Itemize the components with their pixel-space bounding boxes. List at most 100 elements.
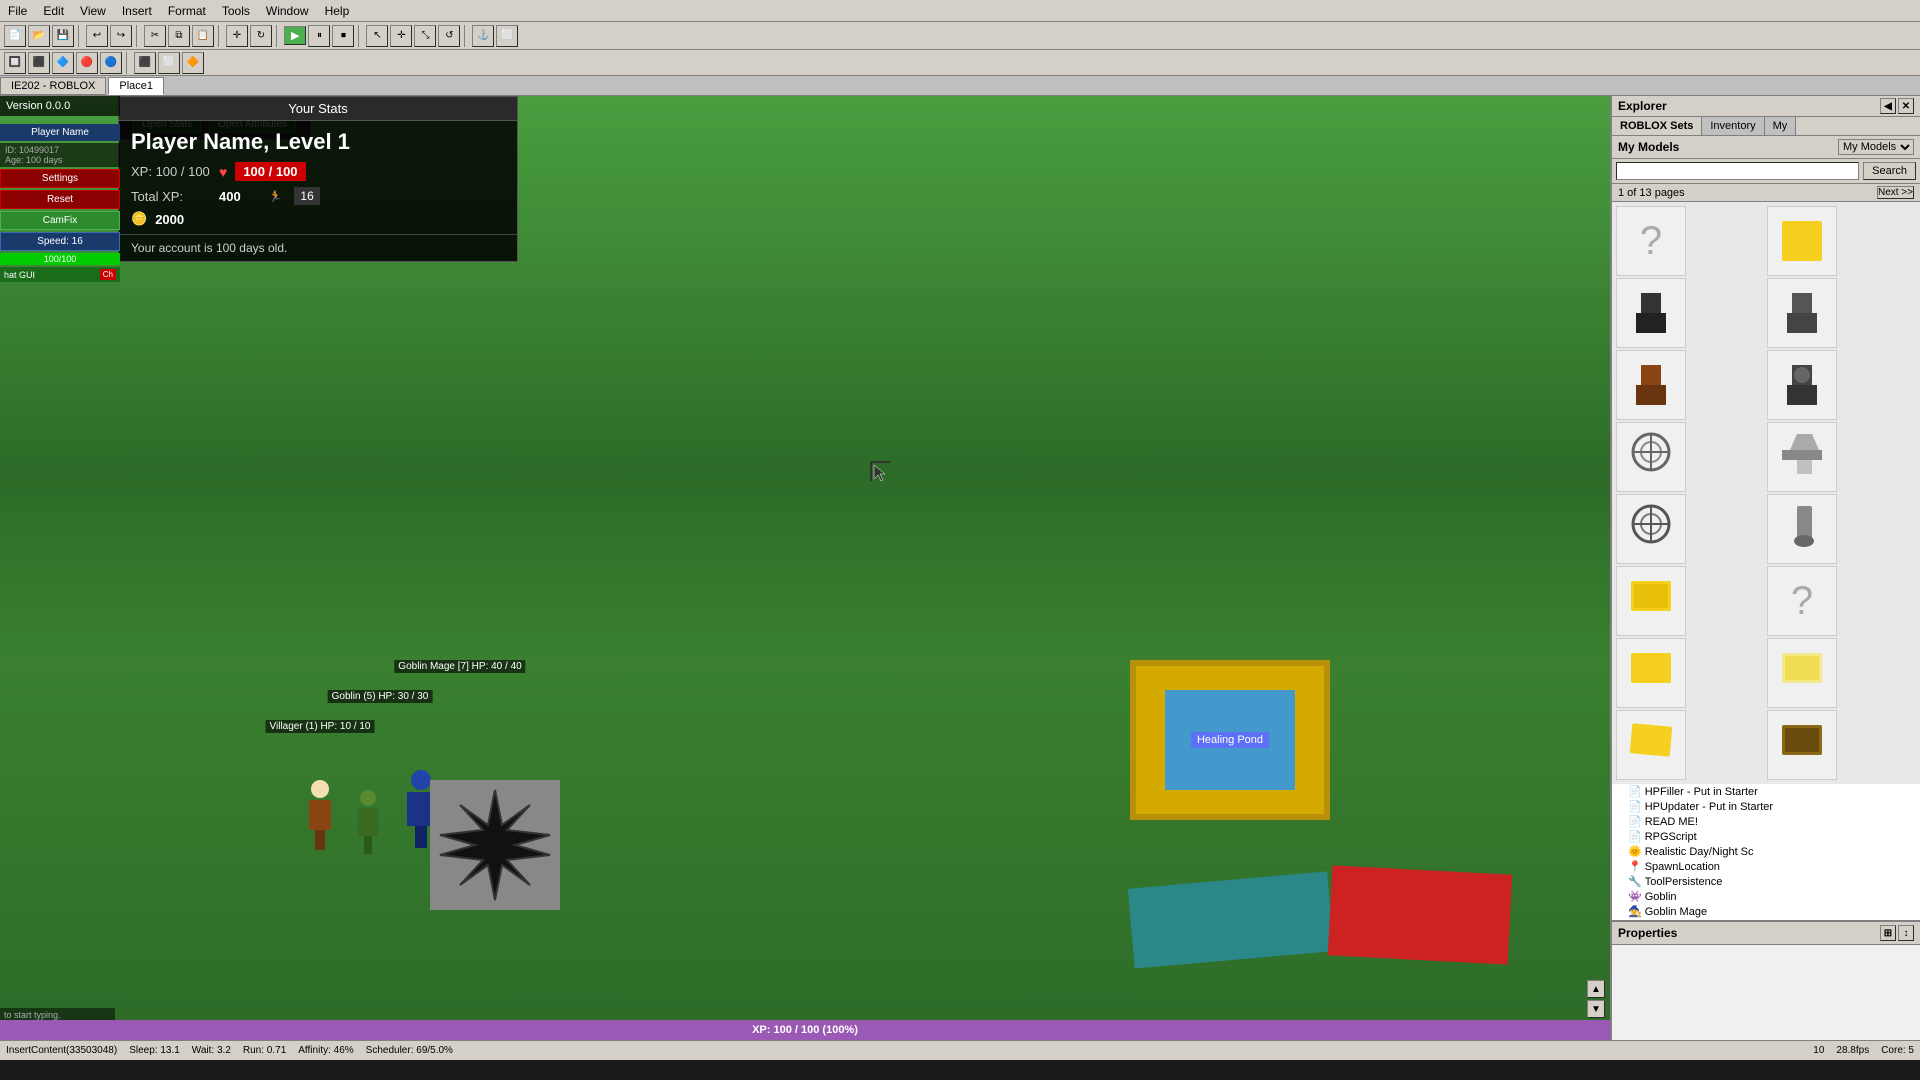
scroll-up-btn[interactable]: ▲ — [1587, 980, 1605, 998]
star-svg — [435, 785, 555, 905]
reset-button[interactable]: Reset — [0, 190, 120, 209]
tb2-btn4[interactable]: 🔴 — [76, 52, 98, 74]
model-cell-3[interactable] — [1616, 278, 1686, 348]
tree-label-0: HPFiller - Put in Starter — [1645, 786, 1758, 798]
tree-item-5[interactable]: 📍SpawnLocation — [1612, 859, 1920, 874]
xp-bar-bottom: XP: 100 / 100 (100%) — [0, 1020, 1610, 1040]
menu-format[interactable]: Format — [160, 2, 214, 20]
redo-btn[interactable]: ↪ — [110, 25, 132, 47]
anchor-btn[interactable]: ⚓ — [472, 25, 494, 47]
move-tool[interactable]: ✛ — [390, 25, 412, 47]
model-dropdown[interactable]: My Models — [1838, 139, 1914, 155]
tb2-btn6[interactable]: ⬛ — [134, 52, 156, 74]
model-cell-4[interactable] — [1767, 278, 1837, 348]
tb2-btn3[interactable]: 🔷 — [52, 52, 74, 74]
menu-edit[interactable]: Edit — [35, 2, 72, 20]
tab-my[interactable]: My — [1765, 117, 1797, 135]
model-cell-12[interactable]: ? — [1767, 566, 1837, 636]
model-cell-10[interactable] — [1767, 494, 1837, 564]
scroll-down-btn[interactable]: ▼ — [1587, 1000, 1605, 1018]
tree-icon-5: 📍 — [1628, 860, 1642, 873]
chat-toggle[interactable]: Ch — [100, 269, 116, 280]
game-viewport[interactable]: There is 1 player online Open Stats Open… — [0, 96, 1610, 1040]
camfix-button[interactable]: CamFix — [0, 211, 120, 230]
tree-item-1[interactable]: 📄HPUpdater - Put in Starter — [1612, 799, 1920, 814]
model-cell-9[interactable] — [1616, 494, 1686, 564]
total-xp-label: Total XP: — [131, 189, 211, 204]
explorer-pin-btn[interactable]: ◀ — [1880, 98, 1896, 114]
menu-file[interactable]: File — [0, 2, 35, 20]
stop-button[interactable]: ⏹ — [332, 25, 354, 47]
model-search-row: Search — [1612, 159, 1920, 184]
model-cell-2[interactable] — [1767, 206, 1837, 276]
total-xp-row: Total XP: 400 🏃 16 — [119, 184, 517, 208]
heart-icon: ♥ — [219, 164, 227, 180]
tab-roblox-sets[interactable]: ROBLOX Sets — [1612, 117, 1702, 135]
tb2-btn5[interactable]: 🔵 — [100, 52, 122, 74]
properties-panel: Properties ⊞ ↕ — [1612, 920, 1920, 1040]
collide-btn[interactable]: ⬜ — [496, 25, 518, 47]
explorer-close-btn[interactable]: ✕ — [1898, 98, 1914, 114]
model-cell-7[interactable] — [1616, 422, 1686, 492]
model-cell-16[interactable] — [1767, 710, 1837, 780]
tab-ie202[interactable]: IE202 - ROBLOX — [0, 77, 106, 95]
tree-item-8[interactable]: 🧙Goblin Mage — [1612, 904, 1920, 919]
settings-button[interactable]: Settings — [0, 169, 120, 188]
menu-view[interactable]: View — [72, 2, 114, 20]
model-cell-13[interactable] — [1616, 638, 1686, 708]
menu-help[interactable]: Help — [317, 2, 358, 20]
tab-inventory[interactable]: Inventory — [1702, 117, 1764, 135]
model-cell-1[interactable]: ? — [1616, 206, 1686, 276]
villager-label: Villager (1) HP: 10 / 10 — [266, 720, 375, 733]
copy-btn[interactable]: ⧉ — [168, 25, 190, 47]
pause-button[interactable]: ⏸ — [308, 25, 330, 47]
tree-icon-7: 👾 — [1628, 890, 1642, 903]
menu-tools[interactable]: Tools — [214, 2, 258, 20]
tree-item-3[interactable]: 📄RPGScript — [1612, 829, 1920, 844]
tree-label-4: Realistic Day/Night Sc — [1645, 846, 1754, 858]
undo-btn[interactable]: ↩ — [86, 25, 108, 47]
cut-btn[interactable]: ✂ — [144, 25, 166, 47]
goblin-mage-label: Goblin Mage [7] HP: 40 / 40 — [394, 660, 525, 673]
player-id-box: ID: 10499017 Age: 100 days — [0, 143, 120, 167]
speed-button[interactable]: Speed: 16 — [0, 232, 120, 251]
menu-window[interactable]: Window — [258, 2, 317, 20]
play-button[interactable]: ▶ — [284, 26, 306, 45]
model-cell-15[interactable] — [1616, 710, 1686, 780]
move-btn[interactable]: ✛ — [226, 25, 248, 47]
tree-item-2[interactable]: 📄READ ME! — [1612, 814, 1920, 829]
tb2-btn8[interactable]: 🔶 — [182, 52, 204, 74]
tree-item-6[interactable]: 🔧ToolPersistence — [1612, 874, 1920, 889]
fps-num: 10 — [1813, 1045, 1824, 1056]
model-search-input[interactable] — [1616, 162, 1859, 180]
tree-item-0[interactable]: 📄HPFiller - Put in Starter — [1612, 784, 1920, 799]
model-cell-6[interactable] — [1767, 350, 1837, 420]
next-page-button[interactable]: Next >> — [1877, 186, 1914, 199]
explorer-tree: 📄HPFiller - Put in Starter📄HPUpdater - P… — [1612, 784, 1920, 920]
prop-sort-icon[interactable]: ↕ — [1898, 925, 1914, 941]
model-cell-5[interactable] — [1616, 350, 1686, 420]
model-cell-11[interactable] — [1616, 566, 1686, 636]
tb2-btn1[interactable]: 🔲 — [4, 52, 26, 74]
paste-btn[interactable]: 📋 — [192, 25, 214, 47]
scale-tool[interactable]: ⤡ — [414, 25, 436, 47]
model-cell-8[interactable] — [1767, 422, 1837, 492]
model-search-button[interactable]: Search — [1863, 162, 1916, 180]
tab-place1[interactable]: Place1 — [108, 77, 164, 95]
tb2-btn2[interactable]: ⬛ — [28, 52, 50, 74]
rotate-btn[interactable]: ↻ — [250, 25, 272, 47]
prop-grid-icon[interactable]: ⊞ — [1880, 925, 1896, 941]
red-block — [1328, 865, 1512, 964]
tb2-btn7[interactable]: ⬜ — [158, 52, 180, 74]
goblin-label: Goblin (5) HP: 30 / 30 — [328, 690, 433, 703]
model-cell-14[interactable] — [1767, 638, 1837, 708]
tree-label-8: Goblin Mage — [1645, 906, 1707, 918]
open-btn[interactable]: 📂 — [28, 25, 50, 47]
menu-insert[interactable]: Insert — [114, 2, 160, 20]
tree-item-7[interactable]: 👾Goblin — [1612, 889, 1920, 904]
save-btn[interactable]: 💾 — [52, 25, 74, 47]
new-btn[interactable]: 📄 — [4, 25, 26, 47]
rotate-tool[interactable]: ↺ — [438, 25, 460, 47]
select-tool[interactable]: ↖ — [366, 25, 388, 47]
tree-item-4[interactable]: 🌞Realistic Day/Night Sc — [1612, 844, 1920, 859]
